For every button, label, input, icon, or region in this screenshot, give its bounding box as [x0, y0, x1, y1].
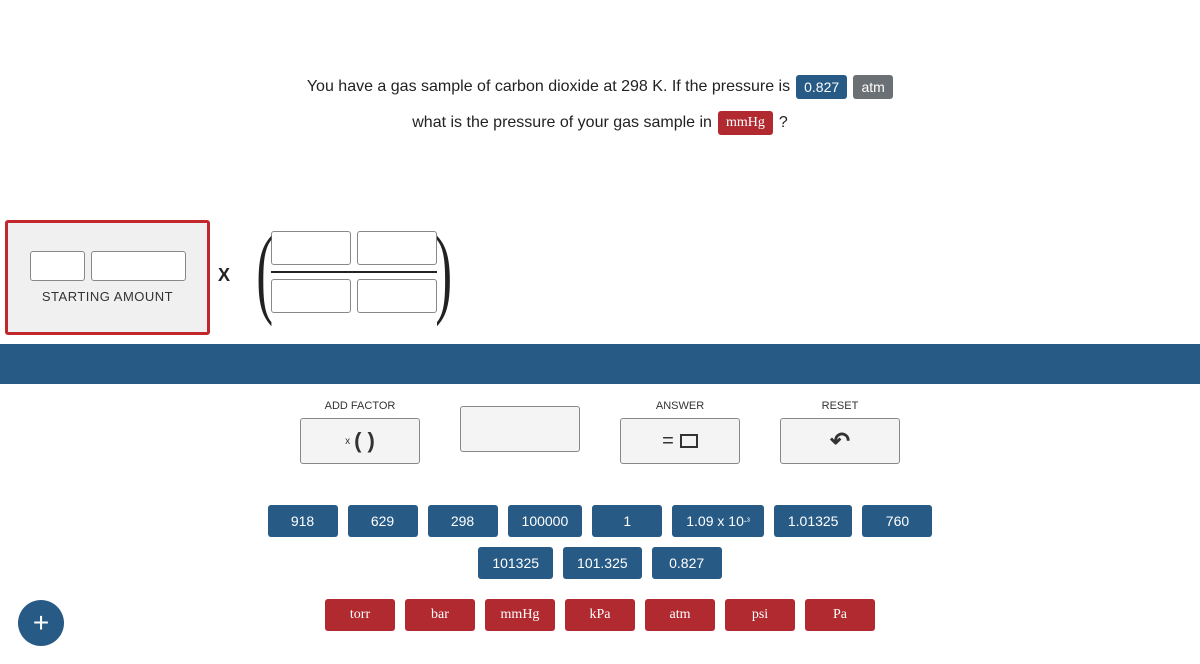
number-tile-row-2: 101325 101.325 0.827 — [478, 547, 721, 579]
question-line1-prefix: You have a gas sample of carbon dioxide … — [307, 78, 790, 96]
add-factor-x-icon: x — [345, 436, 350, 447]
number-tile[interactable]: 101.325 — [563, 547, 642, 579]
unit-tile[interactable]: Pa — [805, 599, 875, 631]
number-tile[interactable]: 298 — [428, 505, 498, 537]
unit-tile[interactable]: bar — [405, 599, 475, 631]
numerator-value-input[interactable] — [271, 231, 351, 265]
number-tile[interactable]: 100000 — [508, 505, 583, 537]
multiply-icon: X — [218, 265, 230, 286]
unit-tile[interactable]: torr — [325, 599, 395, 631]
right-paren-icon: ) — [436, 222, 453, 322]
conversion-factor: ( ) — [248, 222, 461, 322]
number-tile[interactable]: 760 — [862, 505, 932, 537]
number-tile[interactable]: 1.01325 — [774, 505, 853, 537]
unit-tile[interactable]: kPa — [565, 599, 635, 631]
add-factor-button[interactable]: x ( ) — [300, 418, 420, 464]
add-factor-paren-icon: ( ) — [354, 428, 375, 454]
answer-button[interactable]: = — [620, 418, 740, 464]
number-tile[interactable]: 918 — [268, 505, 338, 537]
question-line2-prefix: what is the pressure of your gas sample … — [412, 114, 712, 132]
number-tile[interactable]: 101325 — [478, 547, 553, 579]
fraction-line — [271, 271, 437, 273]
reset-button[interactable]: ↶ — [780, 418, 900, 464]
reset-label: RESET — [822, 400, 859, 412]
number-tile[interactable]: 1 — [592, 505, 662, 537]
add-button[interactable]: + — [18, 600, 64, 646]
equals-icon: = — [662, 430, 674, 453]
pressure-value-pill: 0.827 — [796, 75, 847, 99]
target-unit-pill: mmHg — [718, 111, 773, 135]
pressure-unit-pill: atm — [853, 75, 893, 99]
left-paren-icon: ( — [256, 222, 273, 322]
starting-unit-input[interactable] — [91, 251, 186, 281]
numerator-unit-input[interactable] — [357, 231, 437, 265]
undo-icon: ↶ — [830, 427, 850, 456]
unit-tile-row: torrbarmmHgkPaatmpsi Pa — [325, 599, 875, 631]
number-tile[interactable]: 1.09 x 10-³ — [672, 505, 764, 537]
unit-tile[interactable]: mmHg — [485, 599, 555, 631]
starting-value-input[interactable] — [30, 251, 85, 281]
plus-icon: + — [33, 607, 49, 639]
unit-tile[interactable]: atm — [645, 599, 715, 631]
denominator-value-input[interactable] — [271, 279, 351, 313]
separator-band — [0, 344, 1200, 384]
denominator-unit-input[interactable] — [357, 279, 437, 313]
number-tile[interactable]: 629 — [348, 505, 418, 537]
question-line2-suffix: ? — [779, 114, 788, 132]
unit-tile[interactable]: psi — [725, 599, 795, 631]
starting-amount-box[interactable]: STARTING AMOUNT — [5, 220, 210, 335]
answer-box-icon — [680, 434, 698, 448]
blank-button[interactable] — [460, 406, 580, 452]
starting-amount-label: STARTING AMOUNT — [42, 289, 173, 304]
question-text: You have a gas sample of carbon dioxide … — [0, 75, 1200, 147]
number-tile-row-1: 918 629 298 100000 1 1.09 x 10-³ 1.01325 760 — [268, 505, 933, 537]
tiles-area: 918 629 298 100000 1 1.09 x 10-³ 1.01325 760 10… — [0, 505, 1200, 631]
tool-row: ADD FACTOR x ( ) ANSWER = RESET ↶ — [0, 400, 1200, 464]
add-factor-label: ADD FACTOR — [325, 400, 396, 412]
answer-label: ANSWER — [656, 400, 704, 412]
number-tile[interactable]: 0.827 — [652, 547, 722, 579]
